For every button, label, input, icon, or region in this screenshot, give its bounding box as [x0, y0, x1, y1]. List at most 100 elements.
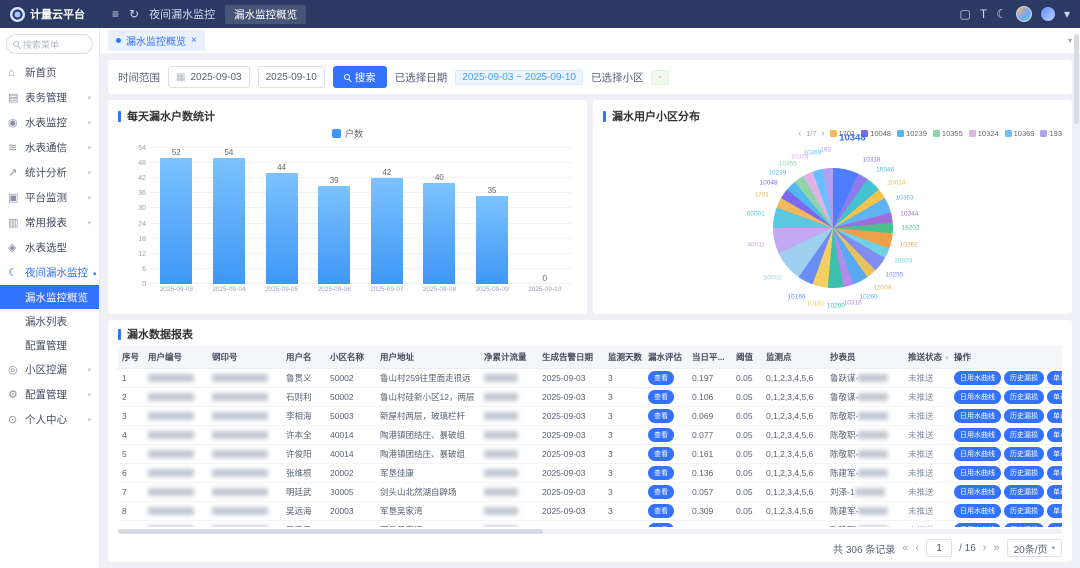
sidebar-subitem[interactable]: 漏水列表: [0, 309, 99, 333]
tabbar-collapse-icon[interactable]: ▾: [1068, 36, 1072, 45]
view-button[interactable]: 查看: [648, 390, 674, 404]
row-action-button[interactable]: 单表分析: [1047, 428, 1062, 442]
row-action-button[interactable]: 日用水曲线: [954, 390, 1001, 404]
bar-chart-legend[interactable]: 户数: [118, 126, 577, 140]
redacted-blur: [484, 469, 518, 477]
view-button[interactable]: 查看: [648, 447, 674, 461]
page-input[interactable]: [926, 539, 952, 557]
legend-prev-icon[interactable]: ‹: [798, 128, 801, 138]
row-action-button[interactable]: 历史漏损: [1004, 523, 1044, 528]
badge-icon[interactable]: [1041, 7, 1055, 21]
legend-item[interactable]: 10355: [933, 129, 963, 138]
scrollbar-thumb[interactable]: [118, 529, 543, 534]
legend-item[interactable]: 10324: [969, 129, 999, 138]
app-window: 计量云平台 ≡ ↻ 夜间漏水监控 漏水监控概览 ▢ T ☾ ▾ 搜索菜单 ⌂新首…: [0, 0, 1080, 568]
row-action-button[interactable]: 日用水曲线: [954, 371, 1001, 385]
menu-search-input[interactable]: 搜索菜单: [6, 34, 93, 54]
page-size-select[interactable]: 20条/页 ▾: [1007, 539, 1062, 557]
legend-item[interactable]: 10239: [897, 129, 927, 138]
sidebar-subitem[interactable]: 配置管理: [0, 333, 99, 357]
font-size-icon[interactable]: T: [980, 7, 987, 21]
row-action-button[interactable]: 历史漏损: [1004, 428, 1044, 442]
chevron-down-icon[interactable]: ▾: [1064, 7, 1070, 21]
row-action-button[interactable]: 日用水曲线: [954, 447, 1001, 461]
sidebar-item[interactable]: ▣平台监测▾: [0, 185, 99, 210]
push-status: 未推送: [908, 373, 934, 383]
row-action-button[interactable]: 历史漏损: [1004, 409, 1044, 423]
cell-daily_avg: 0.106: [688, 387, 732, 406]
sidebar-item[interactable]: ☾夜间漏水监控▴: [0, 260, 99, 285]
sidebar-item[interactable]: ≋水表通信▾: [0, 135, 99, 160]
row-action-button[interactable]: 单表分析: [1047, 390, 1062, 404]
filter-icon[interactable]: ▼: [944, 356, 950, 362]
row-action-button[interactable]: 日用水曲线: [954, 409, 1001, 423]
row-action-button[interactable]: 单表分析: [1047, 523, 1062, 528]
cell-threshold: 0.05: [732, 387, 762, 406]
legend-next-icon[interactable]: ›: [822, 128, 825, 138]
row-action-button[interactable]: 日用水曲线: [954, 485, 1001, 499]
view-button[interactable]: 查看: [648, 371, 674, 385]
view-button[interactable]: 查看: [648, 428, 674, 442]
row-action-button[interactable]: 历史漏损: [1004, 371, 1044, 385]
view-button[interactable]: 查看: [648, 504, 674, 518]
prev-page-button[interactable]: ‹: [915, 542, 919, 554]
hamburger-icon[interactable]: ≡: [112, 7, 119, 21]
table-scroll-area[interactable]: 序号用户编号钢印号用户名小区名称用户地址净累计流量生成告警日期监测天数漏水评估当…: [118, 346, 1062, 527]
next-page-button[interactable]: ›: [983, 542, 987, 554]
row-action-button[interactable]: 日用水曲线: [954, 428, 1001, 442]
tab-leak-overview[interactable]: 漏水监控概览 ×: [108, 30, 205, 51]
cell-name: 李相海: [282, 406, 326, 425]
sidebar-item[interactable]: ◎小区控漏▾: [0, 357, 99, 382]
sidebar-item[interactable]: ↗统计分析▾: [0, 160, 99, 185]
sidebar-subitem[interactable]: 漏水监控概览: [0, 285, 99, 309]
sidebar-item[interactable]: ▤表务管理▾: [0, 85, 99, 110]
view-button[interactable]: 查看: [648, 409, 674, 423]
bar-column: 44: [262, 148, 302, 284]
search-button[interactable]: 搜索: [333, 66, 387, 88]
row-action-button[interactable]: 历史漏损: [1004, 485, 1044, 499]
legend-item[interactable]: 10369: [1005, 129, 1035, 138]
refresh-icon[interactable]: ↻: [129, 7, 139, 21]
table-row: 6张维根20002军垦佳康2025-09-033查看0.1360.050,1,2…: [118, 463, 1062, 482]
row-action-button[interactable]: 日用水曲线: [954, 466, 1001, 480]
redacted-blur: [212, 393, 268, 401]
theme-toggle-icon[interactable]: ☾: [996, 7, 1007, 21]
close-icon[interactable]: ×: [191, 35, 197, 46]
column-header-reader: 抄表员: [826, 346, 904, 368]
row-action-button[interactable]: 历史漏损: [1004, 466, 1044, 480]
row-action-button[interactable]: 单表分析: [1047, 504, 1062, 518]
legend-item[interactable]: 10048: [861, 129, 891, 138]
view-button[interactable]: 查看: [648, 466, 674, 480]
sidebar-item[interactable]: ◈水表选型: [0, 235, 99, 260]
sidebar-item[interactable]: ⊙个人中心▾: [0, 407, 99, 432]
sidebar-item[interactable]: ◉水表监控▾: [0, 110, 99, 135]
row-action-button[interactable]: 单表分析: [1047, 447, 1062, 461]
legend-item[interactable]: 193: [1040, 129, 1062, 138]
row-action-button[interactable]: 单表分析: [1047, 371, 1062, 385]
row-action-button[interactable]: 日用水曲线: [954, 504, 1001, 518]
first-page-button[interactable]: «: [902, 542, 908, 554]
cell-ops: 日用水曲线历史漏损单表分析: [950, 387, 1062, 406]
row-action-button[interactable]: 单表分析: [1047, 485, 1062, 499]
date-range-label: 时间范围: [118, 70, 160, 85]
row-action-button[interactable]: 历史漏损: [1004, 504, 1044, 518]
horizontal-scrollbar[interactable]: [118, 529, 1062, 534]
sidebar-item[interactable]: ⌂新首页: [0, 60, 99, 85]
vertical-scrollbar[interactable]: [1074, 34, 1079, 124]
sidebar-item[interactable]: ▥常用报表▾: [0, 210, 99, 235]
column-header-threshold: 阈值: [732, 346, 762, 368]
row-action-button[interactable]: 单表分析: [1047, 409, 1062, 423]
view-button[interactable]: 查看: [648, 523, 674, 528]
last-page-button[interactable]: »: [993, 542, 999, 554]
fullscreen-icon[interactable]: ▢: [960, 7, 971, 21]
sidebar-item[interactable]: ⚙配置管理▾: [0, 382, 99, 407]
redacted-blur: [148, 374, 194, 382]
avatar[interactable]: [1016, 6, 1032, 22]
row-action-button[interactable]: 单表分析: [1047, 466, 1062, 480]
row-action-button[interactable]: 日用水曲线: [954, 523, 1001, 528]
end-date-input[interactable]: 2025-09-10: [258, 66, 325, 88]
row-action-button[interactable]: 历史漏损: [1004, 447, 1044, 461]
start-date-input[interactable]: ▦ 2025-09-03: [168, 66, 250, 88]
row-action-button[interactable]: 历史漏损: [1004, 390, 1044, 404]
view-button[interactable]: 查看: [648, 485, 674, 499]
